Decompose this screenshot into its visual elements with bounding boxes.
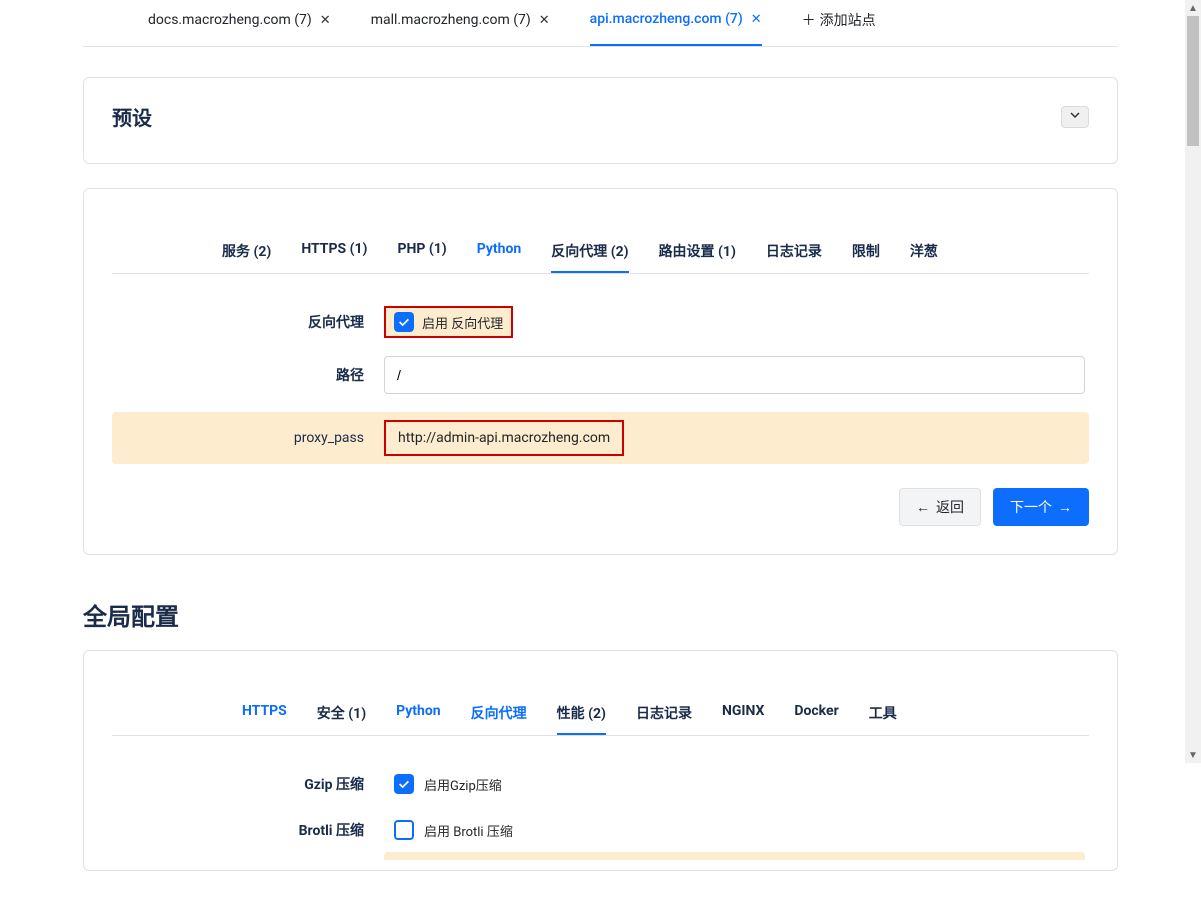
site-tabs: docs.macrozheng.com (7) ✕ mall.macrozhen… <box>148 0 1193 46</box>
control-proxy-pass: http://admin-api.macrozheng.com <box>384 420 1089 456</box>
preset-panel-title: 预设 <box>112 102 152 131</box>
preset-inner-tabs: 服务 (2) HTTPS (1) PHP (1) Python 反向代理 (2)… <box>112 231 1089 274</box>
button-row: ← 返回 下一个 → <box>112 488 1089 526</box>
checkbox-label: 启用 Brotli 压缩 <box>424 821 513 840</box>
control-path <box>384 356 1089 394</box>
row-enable-reverse-proxy: 反向代理 启用 反向代理 <box>112 306 1089 338</box>
checkbox-label: 启用 反向代理 <box>422 313 503 332</box>
global-config-panel: HTTPS 安全 (1) Python 反向代理 性能 (2) 日志记录 NGI… <box>83 650 1118 871</box>
tab-global-nginx[interactable]: NGINX <box>722 693 764 735</box>
arrow-right-icon: → <box>1058 499 1072 515</box>
checkbox-label: 启用Gzip压缩 <box>424 775 502 794</box>
global-config-title: 全局配置 <box>83 597 1118 632</box>
close-icon[interactable]: ✕ <box>539 13 550 28</box>
tab-limit[interactable]: 限制 <box>852 231 880 273</box>
row-brotli: Brotli 压缩 启用 Brotli 压缩 <box>112 814 1089 846</box>
add-site-label: 添加站点 <box>820 10 876 30</box>
arrow-left-icon: ← <box>916 499 930 515</box>
path-input[interactable] <box>384 356 1085 394</box>
tab-global-performance[interactable]: 性能 (2) <box>557 693 606 735</box>
site-tab-docs[interactable]: docs.macrozheng.com (7) ✕ <box>148 10 331 46</box>
checkbox-enable-reverse-proxy[interactable] <box>394 312 414 332</box>
tab-global-tools[interactable]: 工具 <box>869 693 897 735</box>
label-path: 路径 <box>112 365 384 385</box>
highlight-enable-reverse-proxy: 启用 反向代理 <box>384 306 513 338</box>
label-proxy-pass: proxy_pass <box>112 430 384 446</box>
site-tab-label: api.macrozheng.com (7) <box>590 11 743 27</box>
scrollbar-thumb[interactable] <box>1187 16 1199 146</box>
brotli-checkbox-wrap: 启用 Brotli 压缩 <box>384 814 523 846</box>
back-button[interactable]: ← 返回 <box>899 488 981 526</box>
checkbox-brotli[interactable] <box>394 820 414 840</box>
reverse-proxy-form: 反向代理 启用 反向代理 路径 proxy_pass <box>112 274 1089 526</box>
row-proxy-pass: proxy_pass http://admin-api.macrozheng.c… <box>112 412 1089 464</box>
tab-https[interactable]: HTTPS (1) <box>301 231 367 273</box>
scrollbar[interactable]: ▲ ▼ <box>1185 0 1201 763</box>
label-gzip: Gzip 压缩 <box>112 774 384 794</box>
label-reverse-proxy: 反向代理 <box>112 312 384 332</box>
control-brotli: 启用 Brotli 压缩 <box>384 814 1089 846</box>
scroll-down-arrow-icon[interactable]: ▼ <box>1185 747 1201 763</box>
tab-logging[interactable]: 日志记录 <box>766 231 822 273</box>
tab-global-security[interactable]: 安全 (1) <box>317 693 366 735</box>
chevron-down-icon <box>1069 109 1081 125</box>
tab-global-https[interactable]: HTTPS <box>242 693 287 735</box>
plus-icon: ＋ <box>802 10 816 30</box>
preset-panel: 预设 <box>83 77 1118 164</box>
global-inner-tabs: HTTPS 安全 (1) Python 反向代理 性能 (2) 日志记录 NGI… <box>112 693 1089 736</box>
divider <box>83 46 1118 47</box>
back-button-label: 返回 <box>936 497 964 517</box>
row-gzip: Gzip 压缩 启用Gzip压缩 <box>112 768 1089 800</box>
control-enable-reverse-proxy: 启用 反向代理 <box>384 306 1089 338</box>
tab-global-reverse-proxy[interactable]: 反向代理 <box>471 693 527 735</box>
tab-global-python[interactable]: Python <box>396 693 441 735</box>
collapse-button[interactable] <box>1061 106 1089 128</box>
add-site-button[interactable]: ＋ 添加站点 <box>802 10 876 46</box>
tab-routing[interactable]: 路由设置 (1) <box>659 231 736 273</box>
scroll-up-arrow-icon[interactable]: ▲ <box>1185 0 1201 16</box>
control-gzip: 启用Gzip压缩 <box>384 768 1089 800</box>
row-path: 路径 <box>112 356 1089 394</box>
next-button[interactable]: 下一个 → <box>993 488 1089 526</box>
close-icon[interactable]: ✕ <box>320 13 331 28</box>
next-button-label: 下一个 <box>1010 497 1052 517</box>
preset-config-panel: 服务 (2) HTTPS (1) PHP (1) Python 反向代理 (2)… <box>83 188 1118 555</box>
tab-reverse-proxy[interactable]: 反向代理 (2) <box>551 231 628 273</box>
performance-form: Gzip 压缩 启用Gzip压缩 Brotli 压缩 启用 Brotli 压缩 <box>112 736 1089 860</box>
label-brotli: Brotli 压缩 <box>112 820 384 840</box>
gzip-checkbox-wrap: 启用Gzip压缩 <box>384 768 512 800</box>
tab-global-logging[interactable]: 日志记录 <box>636 693 692 735</box>
tab-service[interactable]: 服务 (2) <box>222 231 271 273</box>
tab-onion[interactable]: 洋葱 <box>910 231 938 273</box>
tab-python[interactable]: Python <box>477 231 522 273</box>
tab-php[interactable]: PHP (1) <box>397 231 446 273</box>
site-tab-label: mall.macrozheng.com (7) <box>371 12 531 28</box>
tab-global-docker[interactable]: Docker <box>794 693 838 735</box>
proxy-pass-value[interactable]: http://admin-api.macrozheng.com <box>384 420 624 456</box>
highlight-strip <box>384 852 1085 860</box>
site-tab-api[interactable]: api.macrozheng.com (7) ✕ <box>590 10 762 46</box>
close-icon[interactable]: ✕ <box>751 12 762 27</box>
preset-panel-header: 预设 <box>112 102 1089 131</box>
checkbox-gzip[interactable] <box>394 774 414 794</box>
site-tab-label: docs.macrozheng.com (7) <box>148 12 312 28</box>
site-tab-mall[interactable]: mall.macrozheng.com (7) ✕ <box>371 10 550 46</box>
